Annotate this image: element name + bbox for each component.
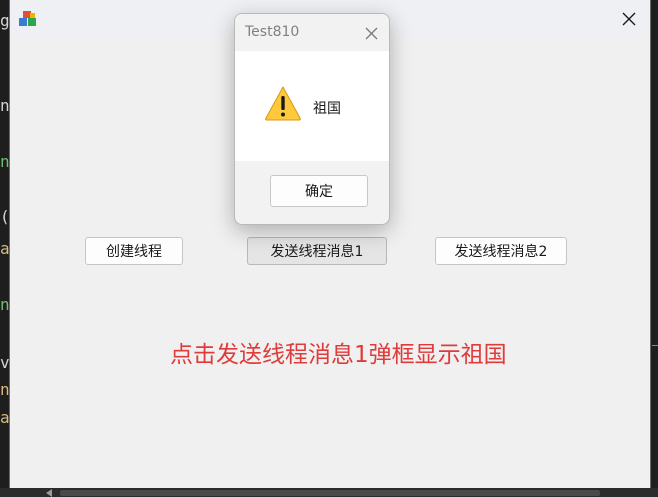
horizontal-scrollbar[interactable] [0, 488, 658, 497]
scrollbar-thumb[interactable] [60, 490, 600, 496]
instruction-note: 点击发送线程消息1弹框显示祖国 [170, 342, 507, 368]
dialog-close-button[interactable] [361, 23, 381, 43]
send-thread-message-2-button[interactable]: 发送线程消息2 [435, 237, 567, 265]
window-close-button[interactable] [608, 0, 650, 37]
create-thread-button[interactable]: 创建线程 [85, 237, 183, 265]
ok-button[interactable]: 确定 [270, 175, 368, 207]
send-thread-message-1-button[interactable]: 发送线程消息1 [247, 237, 387, 265]
dialog-body: 祖国 [235, 51, 389, 161]
scroll-left-arrow-icon[interactable] [46, 489, 52, 497]
divider [652, 345, 658, 346]
close-icon [365, 27, 377, 39]
close-icon [622, 12, 636, 25]
warning-icon [265, 85, 301, 121]
dialog-title-bar[interactable]: Test810 [235, 14, 389, 51]
dialog-title: Test810 [245, 24, 300, 40]
message-box-dialog: Test810 祖国 确定 [234, 13, 390, 225]
app-icon [19, 11, 36, 26]
dialog-message: 祖国 [313, 101, 341, 117]
